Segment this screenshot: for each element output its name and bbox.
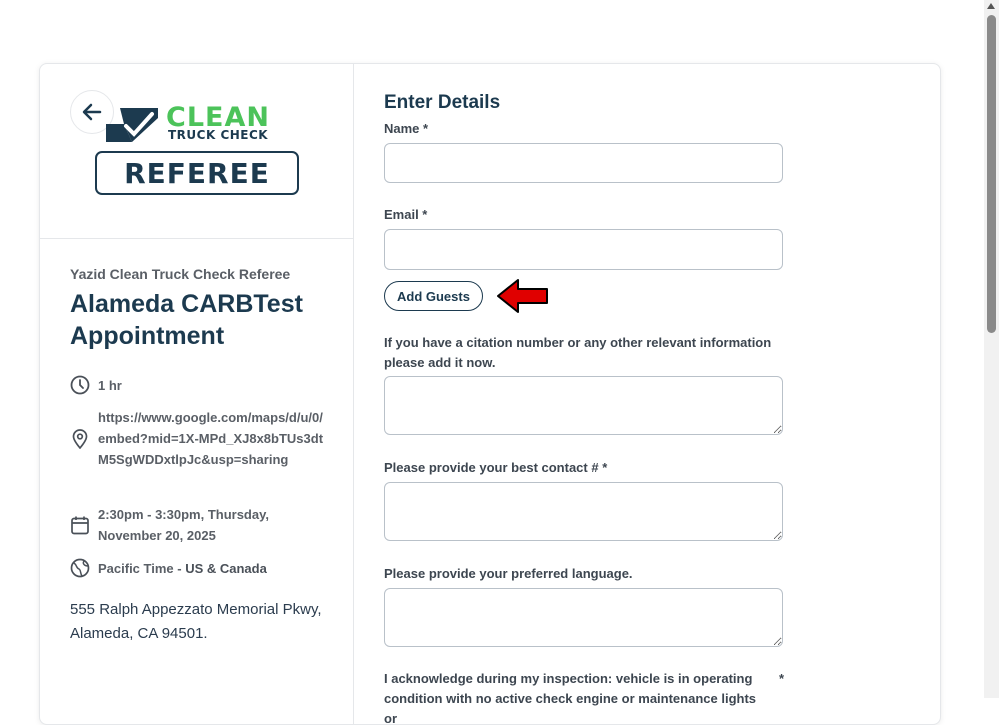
add-guests-button[interactable]: Add Guests — [384, 281, 483, 311]
scroll-up-icon[interactable] — [987, 3, 995, 9]
acknowledge-required-mark: * — [779, 671, 785, 686]
name-input[interactable] — [384, 143, 783, 183]
address-line-1: 555 Ralph Appezzato Memorial Pkwy, — [70, 601, 322, 618]
truck-logo-icon — [106, 108, 158, 142]
enter-details-form: Enter Details Name * Email * Add Guests … — [384, 64, 940, 724]
citation-label: If you have a citation number or any oth… — [384, 335, 772, 370]
scroll-thumb[interactable] — [987, 15, 996, 333]
form-heading: Enter Details — [384, 92, 501, 113]
timezone-text[interactable]: Pacific Time - US & Canada — [98, 558, 326, 579]
email-input[interactable] — [384, 229, 783, 270]
page-scrollbar[interactable] — [984, 0, 999, 698]
red-arrow-icon — [497, 279, 548, 313]
arrow-left-icon — [82, 103, 102, 121]
citation-textarea[interactable] — [384, 376, 783, 435]
acknowledge-label: I acknowledge during my inspection: vehi… — [384, 671, 757, 725]
contact-label: Please provide your best contact # * — [384, 460, 608, 475]
logo-referee-box: REFEREE — [95, 151, 299, 195]
event-details-panel: CLEAN TRUCK CHECK REFEREE Yazid Clean Tr… — [40, 64, 354, 724]
host-name: Yazid Clean Truck Check Referee — [70, 266, 291, 282]
contact-textarea[interactable] — [384, 482, 783, 541]
booking-card: CLEAN TRUCK CHECK REFEREE Yazid Clean Tr… — [39, 63, 941, 725]
clock-icon — [70, 375, 90, 395]
address: 555 Ralph Appezzato Memorial Pkwy, Alame… — [70, 598, 330, 646]
datetime-text: 2:30pm - 3:30pm, Thursday, November 20, … — [98, 507, 269, 543]
timezone-row: Pacific Time - US & Canada — [70, 558, 326, 579]
duration-row: 1 hr — [70, 375, 326, 396]
location-link[interactable]: https://www.google.com/maps/d/u/0/embed?… — [98, 407, 326, 470]
event-title: Alameda CARBTest Appointment — [70, 290, 303, 350]
map-pin-icon — [72, 428, 88, 449]
location-row: https://www.google.com/maps/d/u/0/embed?… — [70, 407, 326, 470]
email-label: Email * — [384, 207, 428, 222]
logo-word-truck-check: TRUCK CHECK — [168, 128, 269, 142]
logo-area: CLEAN TRUCK CHECK REFEREE — [40, 64, 353, 239]
calendar-icon — [71, 516, 89, 535]
duration-text: 1 hr — [98, 378, 122, 393]
address-line-2: Alameda, CA 94501. — [70, 625, 208, 642]
language-textarea[interactable] — [384, 588, 783, 647]
globe-icon — [70, 558, 90, 578]
name-label: Name * — [384, 121, 429, 136]
language-label: Please provide your preferred language. — [384, 566, 633, 581]
datetime-row: 2:30pm - 3:30pm, Thursday, November 20, … — [70, 504, 326, 546]
